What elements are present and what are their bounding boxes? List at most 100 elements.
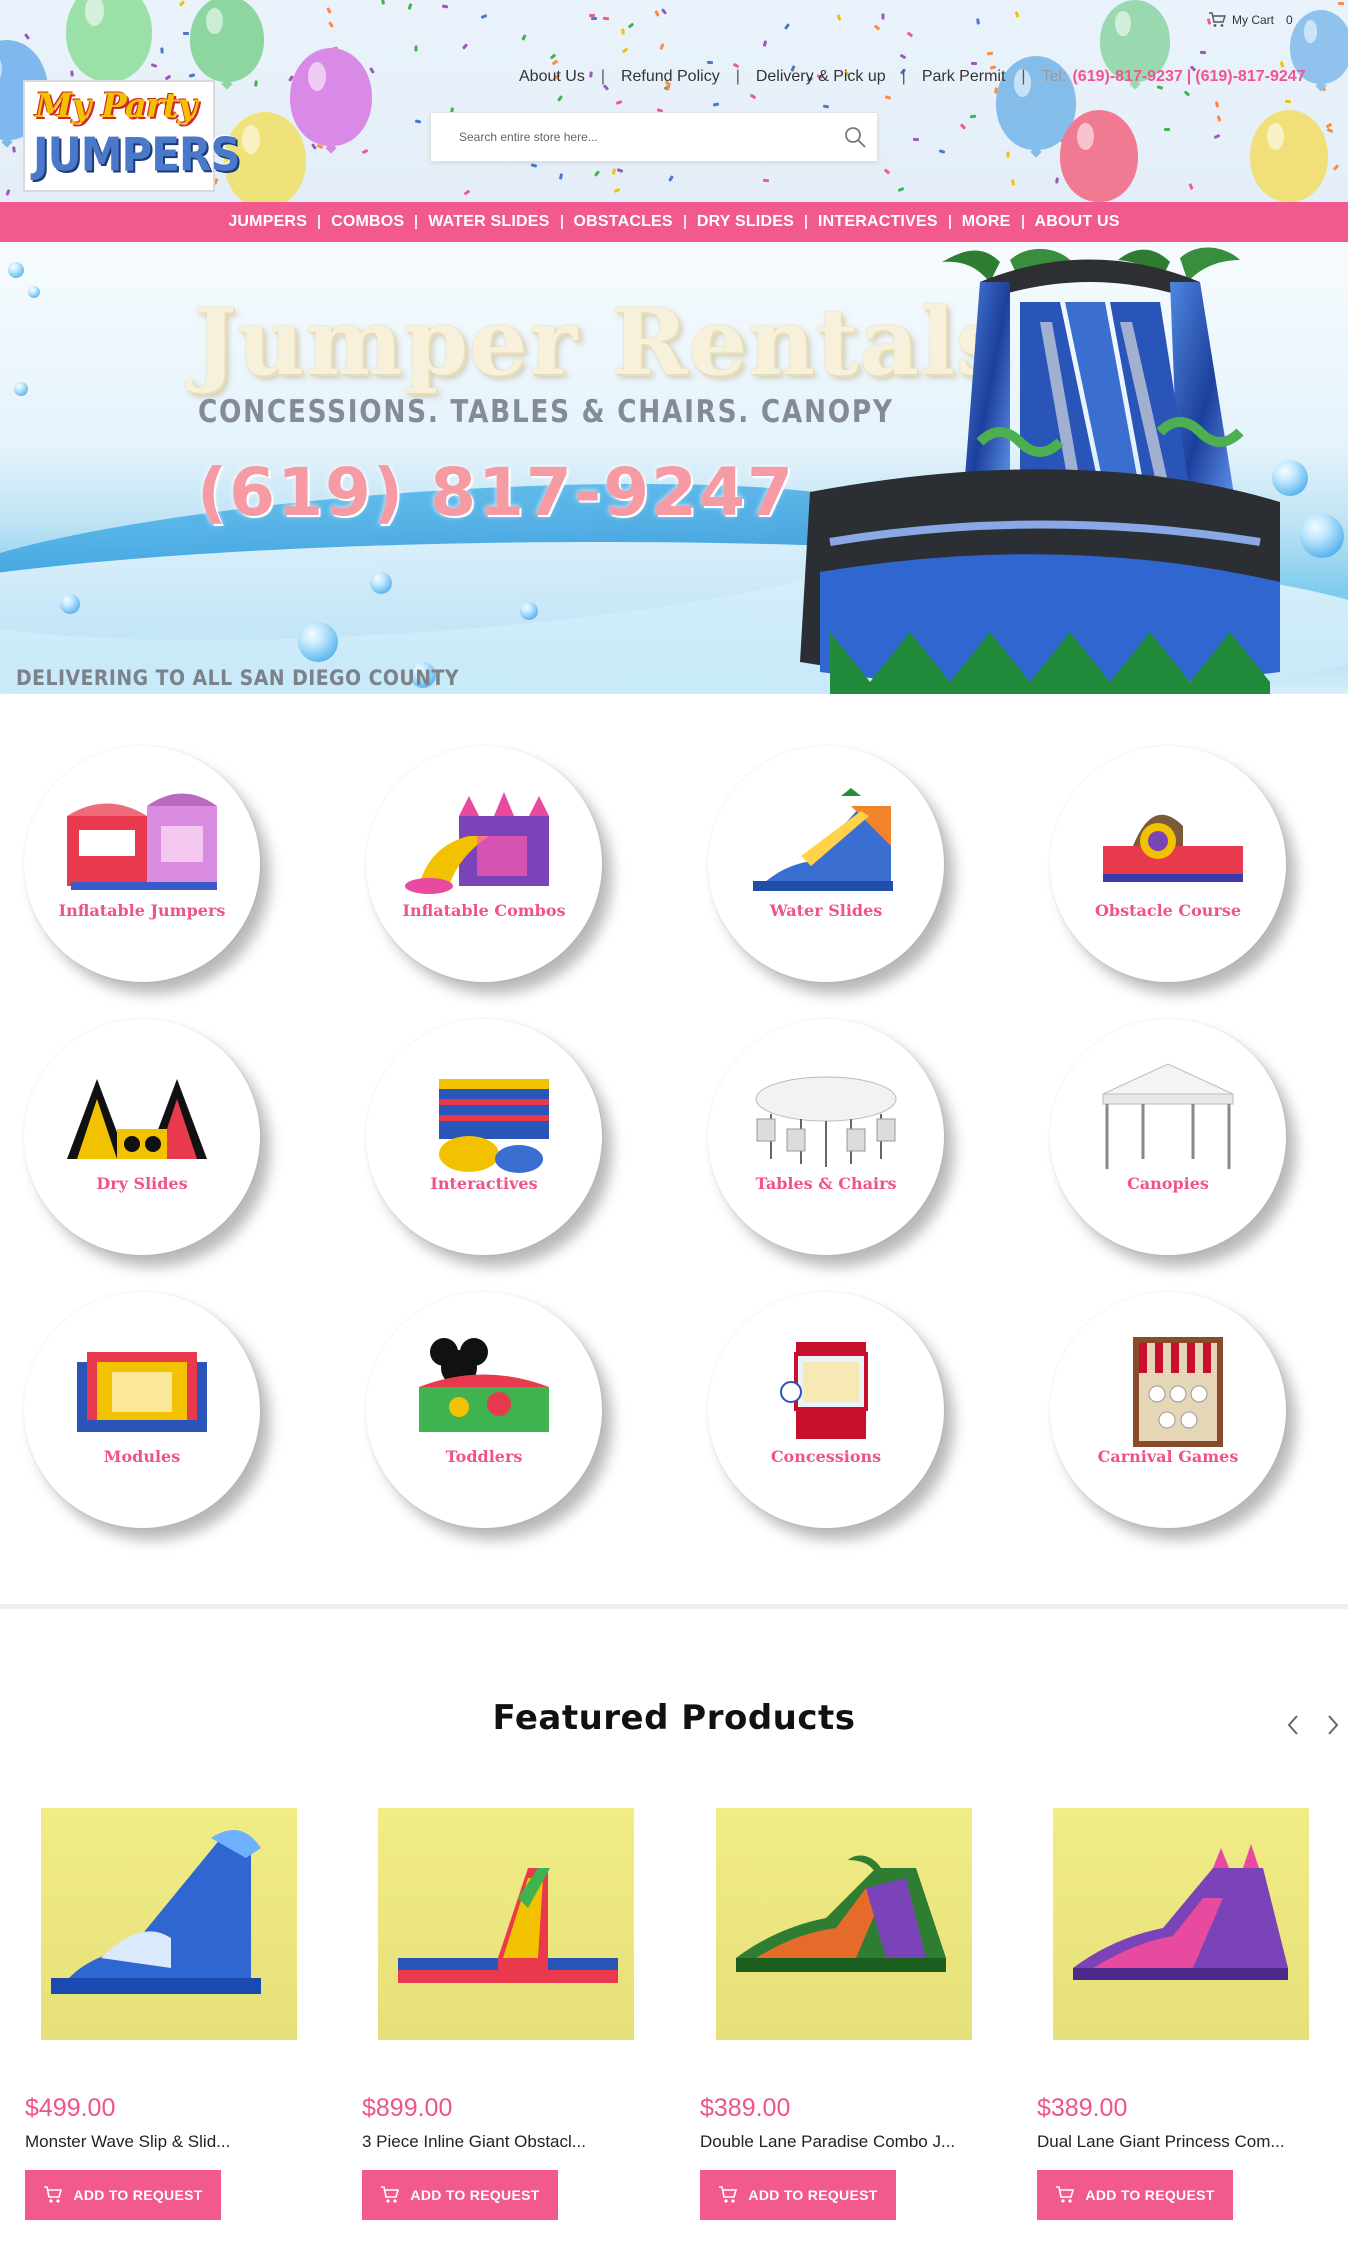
category-interactives[interactable]: Interactives <box>366 1019 602 1255</box>
category-toddlers[interactable]: Toddlers <box>366 1292 602 1528</box>
mini-cart[interactable]: My Cart 0 <box>1208 12 1293 28</box>
product-image[interactable] <box>41 1808 297 2040</box>
nav-interactives[interactable]: INTERACTIVES <box>807 213 949 231</box>
main-nav: JUMPERS COMBOS WATER SLIDES OBSTACLES DR… <box>0 202 1348 242</box>
link-park-permit[interactable]: Park Permit <box>922 68 1006 86</box>
category-label: Tables & Chairs <box>755 1174 897 1193</box>
nav-water-slides[interactable]: WATER SLIDES <box>417 213 560 231</box>
balloon-decoration <box>190 0 264 82</box>
nav-jumpers[interactable]: JUMPERS <box>217 213 318 231</box>
toddler-image <box>419 1338 549 1432</box>
product-price: $389.00 <box>700 2094 791 2122</box>
search-input[interactable] <box>431 113 831 161</box>
add-to-request-button[interactable]: ADD TO REQUEST <box>1037 2170 1233 2220</box>
link-delivery-pickup[interactable]: Delivery & Pick up <box>756 68 886 86</box>
category-tables-chairs[interactable]: Tables & Chairs <box>708 1019 944 1255</box>
confetti-piece <box>521 34 527 41</box>
confetti-piece <box>1055 177 1059 184</box>
dry-slide-image <box>67 1079 207 1159</box>
cart-label: My Cart <box>1232 13 1274 27</box>
category-dry-slides[interactable]: Dry Slides <box>24 1019 260 1255</box>
site-logo[interactable]: My Party JUMPERS <box>23 80 241 192</box>
cart-icon <box>1209 12 1226 27</box>
search-icon[interactable] <box>843 125 867 149</box>
inflatable-combo-image <box>405 792 549 894</box>
product-card: $499.00 Monster Wave Slip & Slid... ADD … <box>25 1808 325 2228</box>
category-inflatable-combos[interactable]: Inflatable Combos <box>366 746 602 982</box>
confetti-piece <box>414 119 422 124</box>
link-separator: | <box>901 68 906 85</box>
add-to-request-button[interactable]: ADD TO REQUEST <box>700 2170 896 2220</box>
confetti-piece <box>668 175 674 182</box>
nav-more[interactable]: MORE <box>951 213 1022 231</box>
phone-separator: | <box>1186 68 1192 85</box>
add-to-request-label: ADD TO REQUEST <box>748 2187 878 2203</box>
link-refund-policy[interactable]: Refund Policy <box>621 68 720 86</box>
nav-dry-slides[interactable]: DRY SLIDES <box>686 213 805 231</box>
product-name[interactable]: Double Lane Paradise Combo J... <box>700 2132 955 2152</box>
tables-chairs-image <box>755 1076 897 1167</box>
cart-count: 0 <box>1286 13 1293 27</box>
water-slide-category-image <box>753 788 893 891</box>
confetti-piece <box>381 0 385 5</box>
add-to-request-button[interactable]: ADD TO REQUEST <box>362 2170 558 2220</box>
link-separator: | <box>1021 68 1026 85</box>
category-concessions[interactable]: Concessions <box>708 1292 944 1528</box>
confetti-piece <box>188 73 196 78</box>
confetti-piece <box>873 24 881 31</box>
confetti-piece <box>615 100 623 105</box>
chevron-right-icon[interactable] <box>1322 1712 1344 1738</box>
confetti-piece <box>783 23 791 30</box>
product-name[interactable]: Dual Lane Giant Princess Com... <box>1037 2132 1285 2152</box>
bubble-decoration <box>14 382 28 396</box>
add-to-request-button[interactable]: ADD TO REQUEST <box>25 2170 221 2220</box>
carnival-game-image <box>1133 1337 1223 1447</box>
confetti-piece <box>590 16 598 21</box>
cart-icon <box>381 2186 400 2203</box>
interactive-image <box>439 1079 549 1173</box>
confetti-piece <box>602 16 610 21</box>
confetti-piece <box>414 45 418 52</box>
obstacle-product-image <box>398 1868 618 1983</box>
category-label: Interactives <box>430 1174 538 1193</box>
category-obstacle-course[interactable]: Obstacle Course <box>1050 746 1286 982</box>
phone-number-1[interactable]: (619)-817-9237 <box>1072 68 1182 86</box>
nav-combos[interactable]: COMBOS <box>320 213 415 231</box>
obstacle-course-image <box>1103 814 1243 882</box>
category-inflatable-jumpers[interactable]: Inflatable Jumpers <box>24 746 260 982</box>
product-image[interactable] <box>716 1808 972 2040</box>
cart-icon <box>719 2186 738 2203</box>
confetti-piece <box>654 10 660 17</box>
confetti-piece <box>762 40 768 47</box>
hero-banner[interactable]: Jumper Rentals CONCESSIONS. TABLES & CHA… <box>0 242 1348 694</box>
product-name[interactable]: 3 Piece Inline Giant Obstacl... <box>362 2132 586 2152</box>
category-water-slides[interactable]: Water Slides <box>708 746 944 982</box>
product-name[interactable]: Monster Wave Slip & Slid... <box>25 2132 230 2152</box>
confetti-piece <box>328 21 334 28</box>
confetti-piece <box>938 149 946 154</box>
confetti-piece <box>1011 179 1015 186</box>
product-image[interactable] <box>378 1808 634 2040</box>
product-image[interactable] <box>1053 1808 1309 2040</box>
confetti-piece <box>706 60 714 65</box>
confetti-piece <box>549 53 557 60</box>
link-separator: | <box>735 68 740 85</box>
confetti-piece <box>407 3 413 10</box>
add-to-request-label: ADD TO REQUEST <box>410 2187 540 2203</box>
nav-obstacles[interactable]: OBSTACLES <box>563 213 684 231</box>
category-canopies[interactable]: Canopies <box>1050 1019 1286 1255</box>
product-card: $899.00 3 Piece Inline Giant Obstacl... … <box>362 1808 662 2228</box>
link-about-us[interactable]: About Us <box>519 68 585 86</box>
confetti-piece <box>593 170 601 177</box>
balloon-decoration <box>1250 110 1328 202</box>
category-modules[interactable]: Modules <box>24 1292 260 1528</box>
chevron-left-icon[interactable] <box>1282 1712 1304 1738</box>
nav-about-us[interactable]: ABOUT US <box>1024 213 1131 231</box>
phone-number-2[interactable]: (619)-817-9247 <box>1195 68 1305 86</box>
search-box <box>430 112 878 162</box>
balloon-decoration <box>1060 110 1138 202</box>
confetti-piece <box>762 178 770 183</box>
category-carnival-games[interactable]: Carnival Games <box>1050 1292 1286 1528</box>
water-slide-product-image <box>51 1830 261 1994</box>
confetti-piece <box>557 95 563 102</box>
